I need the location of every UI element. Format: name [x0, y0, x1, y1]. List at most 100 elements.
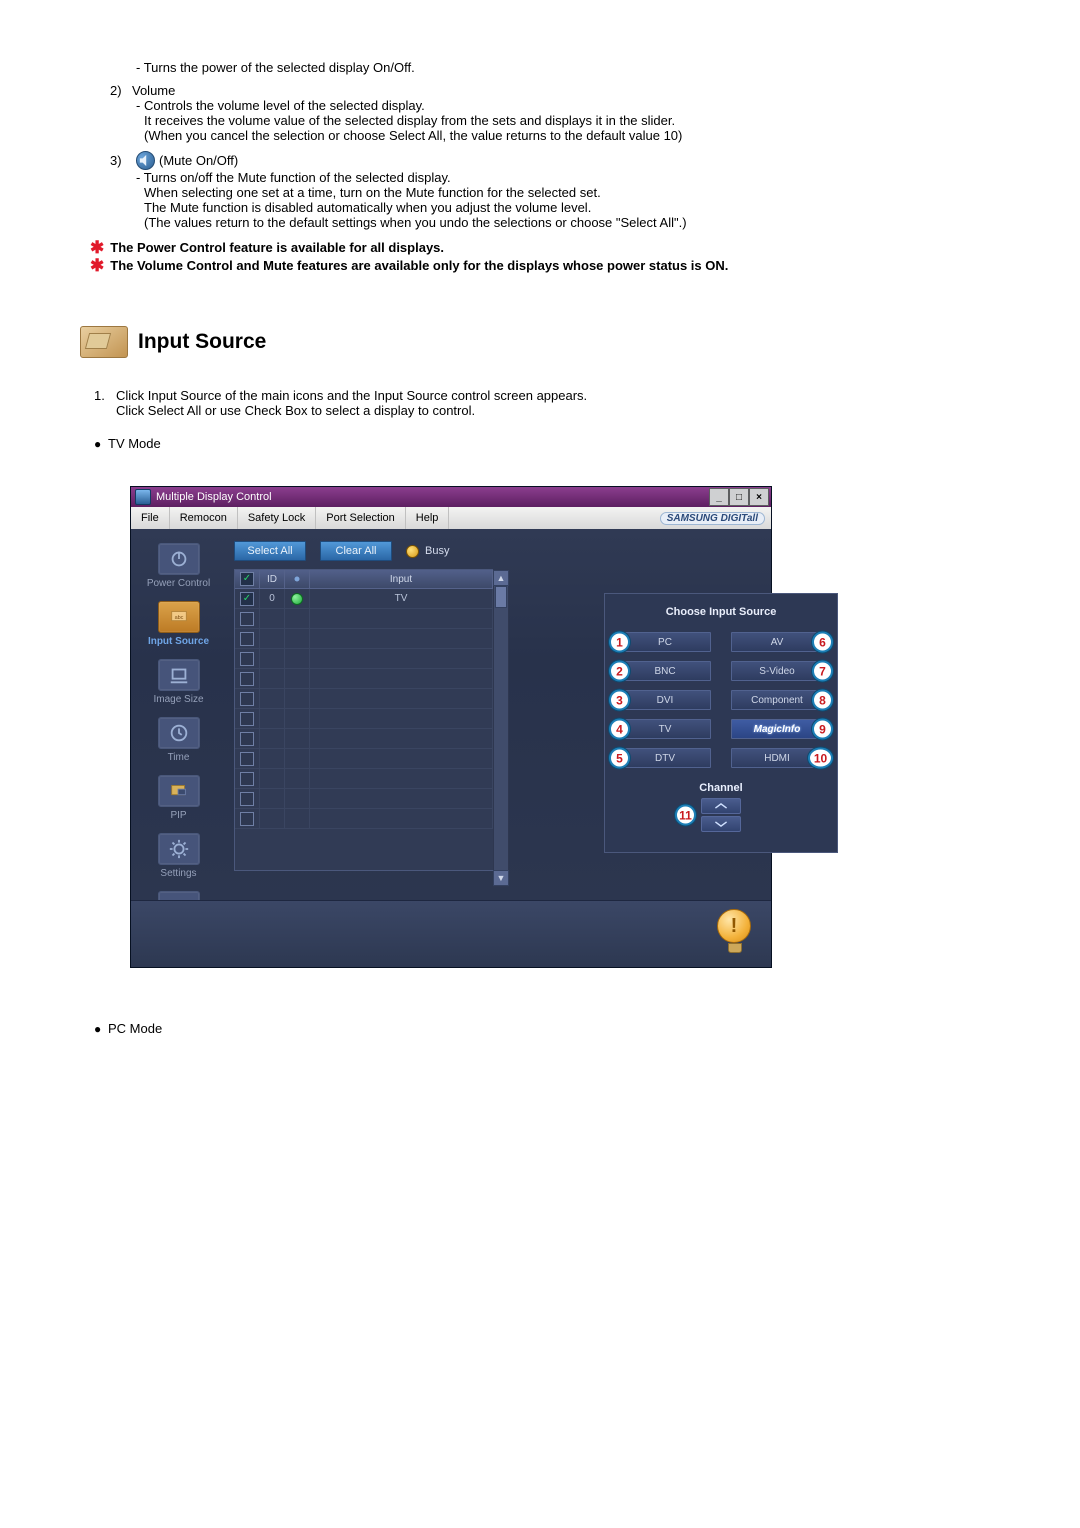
- row-id: 0: [260, 589, 285, 608]
- menu-remocon[interactable]: Remocon: [170, 507, 238, 529]
- source-tv-button[interactable]: TV: [619, 719, 711, 739]
- row-checkbox-cell[interactable]: [235, 749, 260, 768]
- row-status: [285, 749, 310, 768]
- row-checkbox[interactable]: [240, 812, 254, 826]
- select-all-button[interactable]: Select All: [234, 541, 306, 561]
- row-checkbox[interactable]: [240, 752, 254, 766]
- row-input: [310, 749, 493, 768]
- row-checkbox-cell[interactable]: [235, 609, 260, 628]
- table-row[interactable]: ✓ 0 TV: [235, 589, 493, 609]
- table-row[interactable]: [235, 709, 493, 729]
- row-input: [310, 689, 493, 708]
- row-checkbox[interactable]: [240, 652, 254, 666]
- row-checkbox[interactable]: [240, 672, 254, 686]
- row-status: [285, 769, 310, 788]
- row-checkbox[interactable]: [240, 692, 254, 706]
- source-magicinfo-button[interactable]: MagicInfo: [731, 719, 823, 739]
- table-row[interactable]: [235, 609, 493, 629]
- callout-number: 8: [812, 690, 833, 711]
- row-checkbox[interactable]: [240, 712, 254, 726]
- row-status: [285, 709, 310, 728]
- row-checkbox[interactable]: ✓: [240, 592, 254, 606]
- col-header-id: ID: [260, 570, 285, 588]
- status-dot-icon: [292, 694, 302, 704]
- source-cell: 4TV: [619, 719, 711, 739]
- scroll-up-button[interactable]: ▲: [493, 570, 509, 586]
- source-dtv-button[interactable]: DTV: [619, 748, 711, 768]
- table-row[interactable]: [235, 689, 493, 709]
- row-input: [310, 709, 493, 728]
- row-checkbox-cell[interactable]: [235, 729, 260, 748]
- volume-line-3: (When you cancel the selection or choose…: [144, 128, 960, 143]
- row-input: [310, 629, 493, 648]
- sidebar-item-settings[interactable]: Settings: [139, 829, 219, 883]
- channel-up-button[interactable]: [701, 798, 741, 814]
- sidebar-item-power-control[interactable]: Power Control: [139, 539, 219, 593]
- sidebar-item-pip[interactable]: PIP: [139, 771, 219, 825]
- sidebar-icon: abc: [158, 601, 200, 633]
- table-row[interactable]: [235, 669, 493, 689]
- section-title: Input Source: [138, 330, 266, 354]
- table-row[interactable]: [235, 789, 493, 809]
- status-dot-icon: [292, 774, 302, 784]
- table-row[interactable]: [235, 769, 493, 789]
- intro-line-1: Click Input Source of the main icons and…: [116, 388, 960, 403]
- window-maximize-button[interactable]: □: [729, 488, 749, 506]
- menu-help[interactable]: Help: [406, 507, 450, 529]
- sidebar-item-image-size[interactable]: Image Size: [139, 655, 219, 709]
- table-row[interactable]: [235, 629, 493, 649]
- row-checkbox-cell[interactable]: [235, 669, 260, 688]
- source-s-video-button[interactable]: S-Video: [731, 661, 823, 681]
- sidebar-item-time[interactable]: Time: [139, 713, 219, 767]
- row-checkbox-cell[interactable]: [235, 809, 260, 828]
- scroll-down-button[interactable]: ▼: [493, 870, 509, 886]
- status-dot-icon: [292, 814, 302, 824]
- channel-down-button[interactable]: [701, 816, 741, 832]
- row-checkbox[interactable]: [240, 792, 254, 806]
- row-checkbox[interactable]: [240, 772, 254, 786]
- display-table: ✓ ID Input ✓0TV: [234, 569, 494, 871]
- row-checkbox-cell[interactable]: [235, 649, 260, 668]
- row-checkbox[interactable]: [240, 612, 254, 626]
- status-dot-icon: [292, 674, 302, 684]
- sidebar-item-input-source[interactable]: abcInput Source: [139, 597, 219, 651]
- col-header-check[interactable]: ✓: [235, 570, 260, 588]
- table-row[interactable]: [235, 729, 493, 749]
- source-cell: 5DTV: [619, 748, 711, 768]
- source-pc-button[interactable]: PC: [619, 632, 711, 652]
- busy-dot-icon: [406, 545, 419, 558]
- row-status: [285, 629, 310, 648]
- row-checkbox-cell[interactable]: ✓: [235, 589, 260, 608]
- row-checkbox-cell[interactable]: [235, 689, 260, 708]
- status-dot-icon: [292, 614, 302, 624]
- table-row[interactable]: [235, 809, 493, 829]
- source-bnc-button[interactable]: BNC: [619, 661, 711, 681]
- row-checkbox-cell[interactable]: [235, 769, 260, 788]
- table-row[interactable]: [235, 749, 493, 769]
- row-checkbox-cell[interactable]: [235, 629, 260, 648]
- window-minimize-button[interactable]: _: [709, 488, 729, 506]
- table-row[interactable]: [235, 649, 493, 669]
- header-checkbox[interactable]: ✓: [240, 572, 254, 586]
- mute-line-3: The Mute function is disabled automatica…: [144, 200, 960, 215]
- row-checkbox[interactable]: [240, 732, 254, 746]
- row-checkbox-cell[interactable]: [235, 789, 260, 808]
- source-component-button[interactable]: Component: [731, 690, 823, 710]
- source-dvi-button[interactable]: DVI: [619, 690, 711, 710]
- row-checkbox[interactable]: [240, 632, 254, 646]
- row-input: TV: [310, 589, 493, 608]
- row-checkbox-cell[interactable]: [235, 709, 260, 728]
- menu-file[interactable]: File: [131, 507, 170, 529]
- menu-safety-lock[interactable]: Safety Lock: [238, 507, 316, 529]
- window-close-button[interactable]: ×: [749, 488, 769, 506]
- busy-label: Busy: [425, 545, 449, 557]
- table-scrollbar[interactable]: ▲ ▼: [493, 569, 509, 887]
- clear-all-button[interactable]: Clear All: [320, 541, 392, 561]
- callout-number: 2: [609, 661, 630, 682]
- volume-line-1: - Controls the volume level of the selec…: [136, 98, 960, 113]
- menu-port-selection[interactable]: Port Selection: [316, 507, 405, 529]
- callout-number: 5: [609, 748, 630, 769]
- scroll-thumb[interactable]: [495, 586, 507, 608]
- mute-icon: [136, 151, 155, 170]
- source-av-button[interactable]: AV: [731, 632, 823, 652]
